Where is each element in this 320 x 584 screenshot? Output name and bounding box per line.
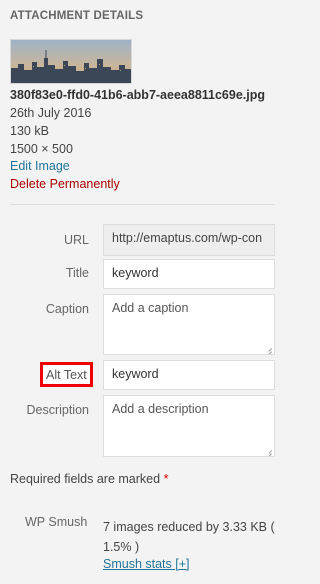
url-label: URL <box>63 233 89 247</box>
alt-text-field[interactable]: keyword <box>103 360 275 390</box>
city-skyline-image <box>11 40 131 83</box>
delete-permanently-link[interactable]: Delete Permanently <box>10 177 120 191</box>
resize-handle-icon[interactable] <box>266 346 272 352</box>
wp-smush-info: 7 images reduced by 3.33 KB ( 1.5% ) <box>103 520 275 554</box>
panel-heading: ATTACHMENT DETAILS <box>10 10 144 22</box>
title-value: keyword <box>112 266 159 280</box>
wp-smush-label: WP Smush <box>25 515 88 529</box>
description-label: Description <box>26 403 89 417</box>
alt-text-label: Alt Text <box>46 368 87 382</box>
upload-date: 26th July 2016 <box>10 106 92 120</box>
title-field[interactable]: keyword <box>103 259 275 289</box>
required-fields-note: Required fields are marked * <box>10 472 168 486</box>
edit-image-link[interactable]: Edit Image <box>10 159 70 173</box>
url-value: http://emaptus.com/wp-con <box>112 231 263 245</box>
url-field[interactable]: http://emaptus.com/wp-con <box>103 224 275 256</box>
image-dimensions: 1500 × 500 <box>10 142 73 156</box>
resize-handle-icon[interactable] <box>266 448 272 454</box>
caption-label: Caption <box>45 302 89 316</box>
section-divider <box>10 204 275 205</box>
caption-placeholder: Add a caption <box>112 301 189 315</box>
description-placeholder: Add a description <box>112 402 209 416</box>
required-star: * <box>163 472 169 486</box>
file-size: 130 kB <box>10 124 49 138</box>
file-name: 380f83e0-ffd0-41b6-abb7-aeea8811c69e.jpg <box>10 88 266 102</box>
required-note-text: Required fields are marked <box>10 472 161 486</box>
attachment-thumbnail[interactable] <box>10 39 132 84</box>
attachment-details-panel: ATTACHMENT DETAILS 380f83e0-ffd0-41b6-ab… <box>0 0 285 584</box>
smush-stats-link[interactable]: Smush stats [+] <box>103 557 190 571</box>
description-textarea[interactable]: Add a description <box>103 395 275 457</box>
caption-textarea[interactable]: Add a caption <box>103 294 275 355</box>
title-label: Title <box>65 266 89 280</box>
alt-text-value: keyword <box>112 367 159 381</box>
